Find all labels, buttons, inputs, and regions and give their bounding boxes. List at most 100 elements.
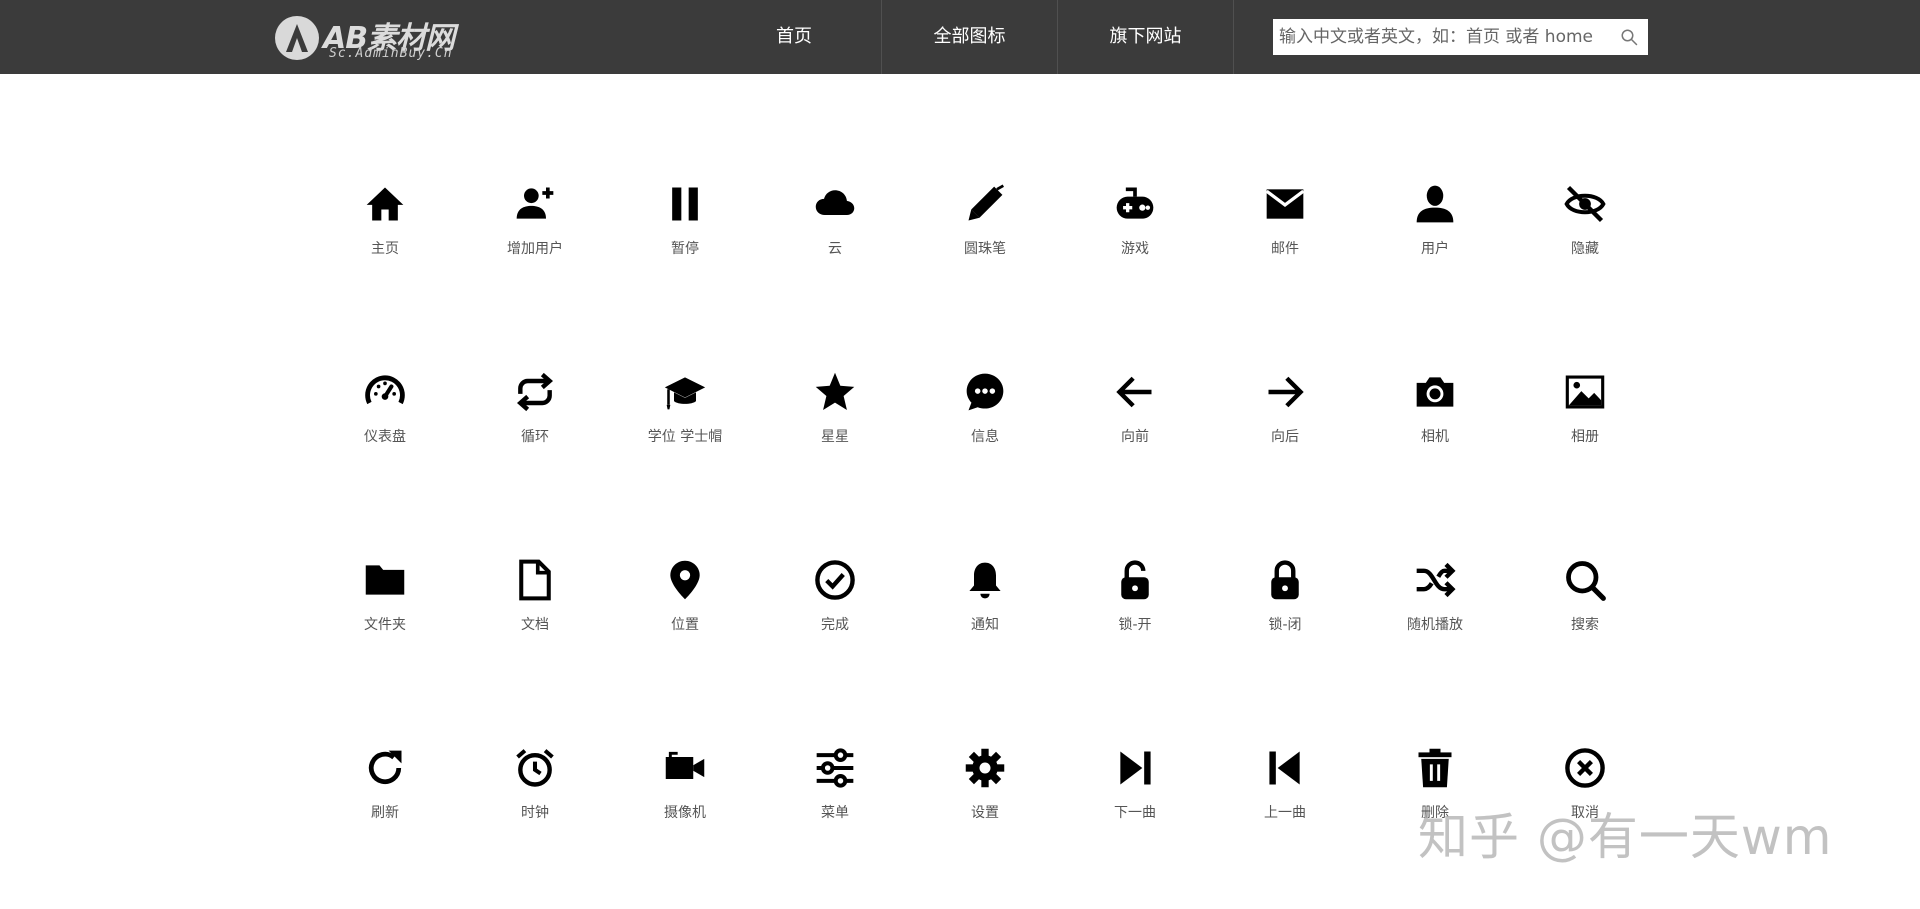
icon-grid: 主页 增加用户 暂停 云 圆珠笔 游戏 邮件 用户 隐藏 仪表盘 循环 学位 学… bbox=[310, 150, 1660, 902]
icon-card-video[interactable]: 摄像机 bbox=[610, 714, 760, 902]
nav-item-sites[interactable]: 旗下网站 bbox=[1058, 0, 1234, 74]
icon-card-refresh[interactable]: 刷新 bbox=[310, 714, 460, 902]
camera-icon bbox=[1413, 370, 1457, 414]
check-circle-icon bbox=[813, 558, 857, 602]
icon-card-done[interactable]: 完成 bbox=[760, 526, 910, 714]
icon-card-pause[interactable]: 暂停 bbox=[610, 150, 760, 338]
icon-label: 搜索 bbox=[1571, 617, 1599, 633]
icon-label: 完成 bbox=[821, 617, 849, 633]
icon-label: 用户 bbox=[1421, 241, 1449, 257]
nav-item-home[interactable]: 首页 bbox=[706, 0, 882, 74]
watermark: 知乎 @有一天wm bbox=[1418, 808, 1833, 866]
icon-label: 锁-闭 bbox=[1268, 617, 1302, 633]
logo-subtitle: Sc.AdminBuy.Cn bbox=[329, 46, 453, 61]
icon-label: 通知 bbox=[971, 617, 999, 633]
icon-card-lock[interactable]: 锁-闭 bbox=[1210, 526, 1360, 714]
document-icon bbox=[513, 558, 557, 602]
gamepad-icon bbox=[1113, 182, 1157, 226]
chat-icon bbox=[963, 370, 1007, 414]
dashboard-icon bbox=[363, 370, 407, 414]
repeat-icon bbox=[513, 370, 557, 414]
icon-label: 菜单 bbox=[821, 805, 849, 821]
icon-card-clock[interactable]: 时钟 bbox=[460, 714, 610, 902]
icon-card-folder[interactable]: 文件夹 bbox=[310, 526, 460, 714]
icon-card-previous[interactable]: 上一曲 bbox=[1210, 714, 1360, 902]
arrow-right-icon bbox=[1263, 370, 1307, 414]
icon-card-settings[interactable]: 设置 bbox=[910, 714, 1060, 902]
icon-card-add-user[interactable]: 增加用户 bbox=[460, 150, 610, 338]
icon-card-menu[interactable]: 菜单 bbox=[760, 714, 910, 902]
nav-item-all-icons[interactable]: 全部图标 bbox=[882, 0, 1058, 74]
icon-card-mail[interactable]: 邮件 bbox=[1210, 150, 1360, 338]
icon-card-unlock[interactable]: 锁-开 bbox=[1060, 526, 1210, 714]
icon-card-document[interactable]: 文档 bbox=[460, 526, 610, 714]
search-icon[interactable] bbox=[1620, 28, 1638, 46]
icon-card-next[interactable]: 下一曲 bbox=[1060, 714, 1210, 902]
icon-label: 锁-开 bbox=[1118, 617, 1152, 633]
skip-next-icon bbox=[1113, 746, 1157, 790]
icon-card-camera[interactable]: 相机 bbox=[1360, 338, 1510, 526]
video-camera-icon bbox=[663, 746, 707, 790]
icon-label: 循环 bbox=[521, 429, 549, 445]
cloud-icon bbox=[813, 182, 857, 226]
icon-label: 星星 bbox=[821, 429, 849, 445]
icon-label: 设置 bbox=[971, 805, 999, 821]
lock-open-icon bbox=[1113, 558, 1157, 602]
icon-card-shuffle[interactable]: 随机播放 bbox=[1360, 526, 1510, 714]
alarm-clock-icon bbox=[513, 746, 557, 790]
star-icon bbox=[813, 370, 857, 414]
icon-label: 文件夹 bbox=[364, 617, 406, 633]
icon-card-user[interactable]: 用户 bbox=[1360, 150, 1510, 338]
site-logo[interactable]: AB素材网 Sc.AdminBuy.Cn bbox=[273, 11, 493, 65]
search-icon bbox=[1563, 558, 1607, 602]
icon-card-dashboard[interactable]: 仪表盘 bbox=[310, 338, 460, 526]
icon-label: 时钟 bbox=[521, 805, 549, 821]
search-box bbox=[1273, 19, 1648, 55]
icon-label: 邮件 bbox=[1271, 241, 1299, 257]
shuffle-icon bbox=[1413, 558, 1457, 602]
icon-card-gamepad[interactable]: 游戏 bbox=[1060, 150, 1210, 338]
image-icon bbox=[1563, 370, 1607, 414]
icon-label: 刷新 bbox=[371, 805, 399, 821]
icon-card-back[interactable]: 向前 bbox=[1060, 338, 1210, 526]
mail-icon bbox=[1263, 182, 1307, 226]
search-input[interactable] bbox=[1273, 19, 1608, 55]
icon-card-hide[interactable]: 隐藏 bbox=[1510, 150, 1660, 338]
add-user-icon bbox=[513, 182, 557, 226]
icon-label: 信息 bbox=[971, 429, 999, 445]
skip-previous-icon bbox=[1263, 746, 1307, 790]
arrow-left-icon bbox=[1113, 370, 1157, 414]
icon-card-forward[interactable]: 向后 bbox=[1210, 338, 1360, 526]
icon-card-home[interactable]: 主页 bbox=[310, 150, 460, 338]
folder-icon bbox=[363, 558, 407, 602]
icon-card-graduation[interactable]: 学位 学士帽 bbox=[610, 338, 760, 526]
icon-card-location[interactable]: 位置 bbox=[610, 526, 760, 714]
pen-icon bbox=[963, 182, 1007, 226]
user-icon bbox=[1413, 182, 1457, 226]
icon-label: 下一曲 bbox=[1114, 805, 1156, 821]
icon-card-pen[interactable]: 圆珠笔 bbox=[910, 150, 1060, 338]
icon-card-chat[interactable]: 信息 bbox=[910, 338, 1060, 526]
logo-mark-icon bbox=[275, 16, 319, 60]
gear-icon bbox=[963, 746, 1007, 790]
trash-icon bbox=[1413, 746, 1457, 790]
location-pin-icon bbox=[663, 558, 707, 602]
icon-label: 圆珠笔 bbox=[964, 241, 1006, 257]
home-icon bbox=[363, 182, 407, 226]
icon-label: 摄像机 bbox=[664, 805, 706, 821]
pause-icon bbox=[663, 182, 707, 226]
icon-card-album[interactable]: 相册 bbox=[1510, 338, 1660, 526]
icon-label: 文档 bbox=[521, 617, 549, 633]
icon-label: 相机 bbox=[1421, 429, 1449, 445]
icon-card-search[interactable]: 搜索 bbox=[1510, 526, 1660, 714]
icon-card-notify[interactable]: 通知 bbox=[910, 526, 1060, 714]
icon-card-star[interactable]: 星星 bbox=[760, 338, 910, 526]
lock-closed-icon bbox=[1263, 558, 1307, 602]
icon-label: 位置 bbox=[671, 617, 699, 633]
icon-card-cloud[interactable]: 云 bbox=[760, 150, 910, 338]
icon-card-repeat[interactable]: 循环 bbox=[460, 338, 610, 526]
icon-label: 随机播放 bbox=[1407, 617, 1463, 633]
icon-label: 相册 bbox=[1571, 429, 1599, 445]
bell-icon bbox=[963, 558, 1007, 602]
refresh-icon bbox=[363, 746, 407, 790]
